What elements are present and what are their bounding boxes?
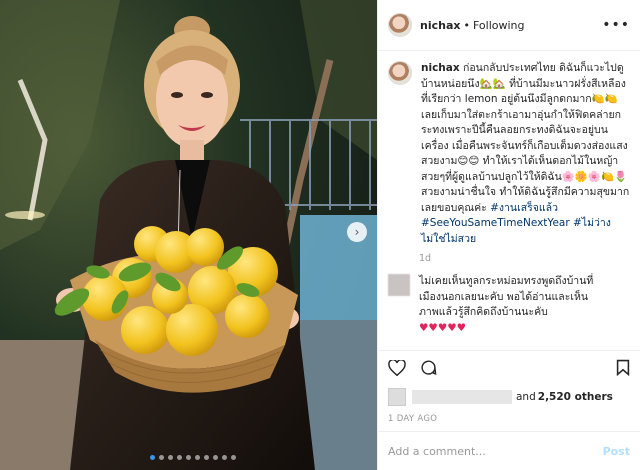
blurred-avatar xyxy=(388,274,410,296)
post-sidebar: nichax • Following ••• nichax ก่อนกลับปร… xyxy=(377,0,640,470)
carousel-dot xyxy=(177,455,182,460)
comment-input[interactable]: Add a comment... xyxy=(388,445,486,458)
carousel-dot xyxy=(150,455,155,460)
heart-icon[interactable] xyxy=(388,358,406,380)
bookmark-icon[interactable] xyxy=(616,359,630,380)
carousel-dot xyxy=(231,455,236,460)
comment-icon[interactable] xyxy=(420,359,437,380)
photo-illustration xyxy=(0,0,377,470)
carousel-dot xyxy=(204,455,209,460)
comment-body: ไม่เคยเห็นทูลกระหม่อมทรงพูดถึงบ้านที่เมื… xyxy=(419,275,594,318)
comment-hearts: ♥♥♥♥♥ xyxy=(419,321,467,334)
carousel-dots xyxy=(150,455,236,460)
caption-text: nichax ก่อนกลับประเทศไทย ดิฉันก็แวะไปดูบ… xyxy=(421,61,630,247)
post-header: nichax • Following ••• xyxy=(378,0,640,51)
post-date: 1 DAY AGO xyxy=(388,414,438,424)
carousel-dot xyxy=(195,455,200,460)
username-link[interactable]: nichax xyxy=(420,19,460,32)
avatar[interactable] xyxy=(388,13,412,37)
caption-body: ก่อนกลับประเทศไทย ดิฉันก็แวะไปดูบ้านหน่อ… xyxy=(421,62,630,214)
next-photo-button[interactable]: › xyxy=(347,222,367,242)
instagram-post: › nichax • Following ••• nichax ก่อนกลับ… xyxy=(0,0,640,470)
carousel-dot xyxy=(213,455,218,460)
post-actions: and 2,520 others 1 DAY AGO xyxy=(378,350,640,424)
separator-dot: • xyxy=(463,18,470,32)
comment-text: ไม่เคยเห็นทูลกระหม่อมทรงพูดถึงบ้านที่เมื… xyxy=(419,274,594,336)
likes-row: and 2,520 others xyxy=(388,388,630,406)
following-button[interactable]: Following xyxy=(473,19,525,32)
likes-joiner: and xyxy=(516,391,536,403)
caption-username[interactable]: nichax xyxy=(421,62,460,74)
caption: nichax ก่อนกลับประเทศไทย ดิฉันก็แวะไปดูบ… xyxy=(388,61,630,247)
caption-age: 1d xyxy=(419,253,432,264)
likes-count[interactable]: 2,520 others xyxy=(538,391,613,403)
carousel-dot xyxy=(222,455,227,460)
chevron-right-icon: › xyxy=(354,225,360,239)
post-photo[interactable]: › xyxy=(0,0,377,470)
avatar[interactable] xyxy=(388,61,412,85)
add-comment-bar: Add a comment... Post xyxy=(378,431,640,470)
comments-section: nichax ก่อนกลับประเทศไทย ดิฉันก็แวะไปดูบ… xyxy=(378,51,640,336)
blurred-liker-avatar xyxy=(388,388,406,406)
carousel-dot xyxy=(168,455,173,460)
carousel-dot xyxy=(159,455,164,460)
action-icons xyxy=(388,358,630,380)
more-options-icon[interactable]: ••• xyxy=(602,17,630,33)
carousel-dot xyxy=(186,455,191,460)
comment: ไม่เคยเห็นทูลกระหม่อมทรงพูดถึงบ้านที่เมื… xyxy=(388,274,630,336)
blurred-liker-name xyxy=(412,390,512,404)
post-button[interactable]: Post xyxy=(603,445,630,458)
